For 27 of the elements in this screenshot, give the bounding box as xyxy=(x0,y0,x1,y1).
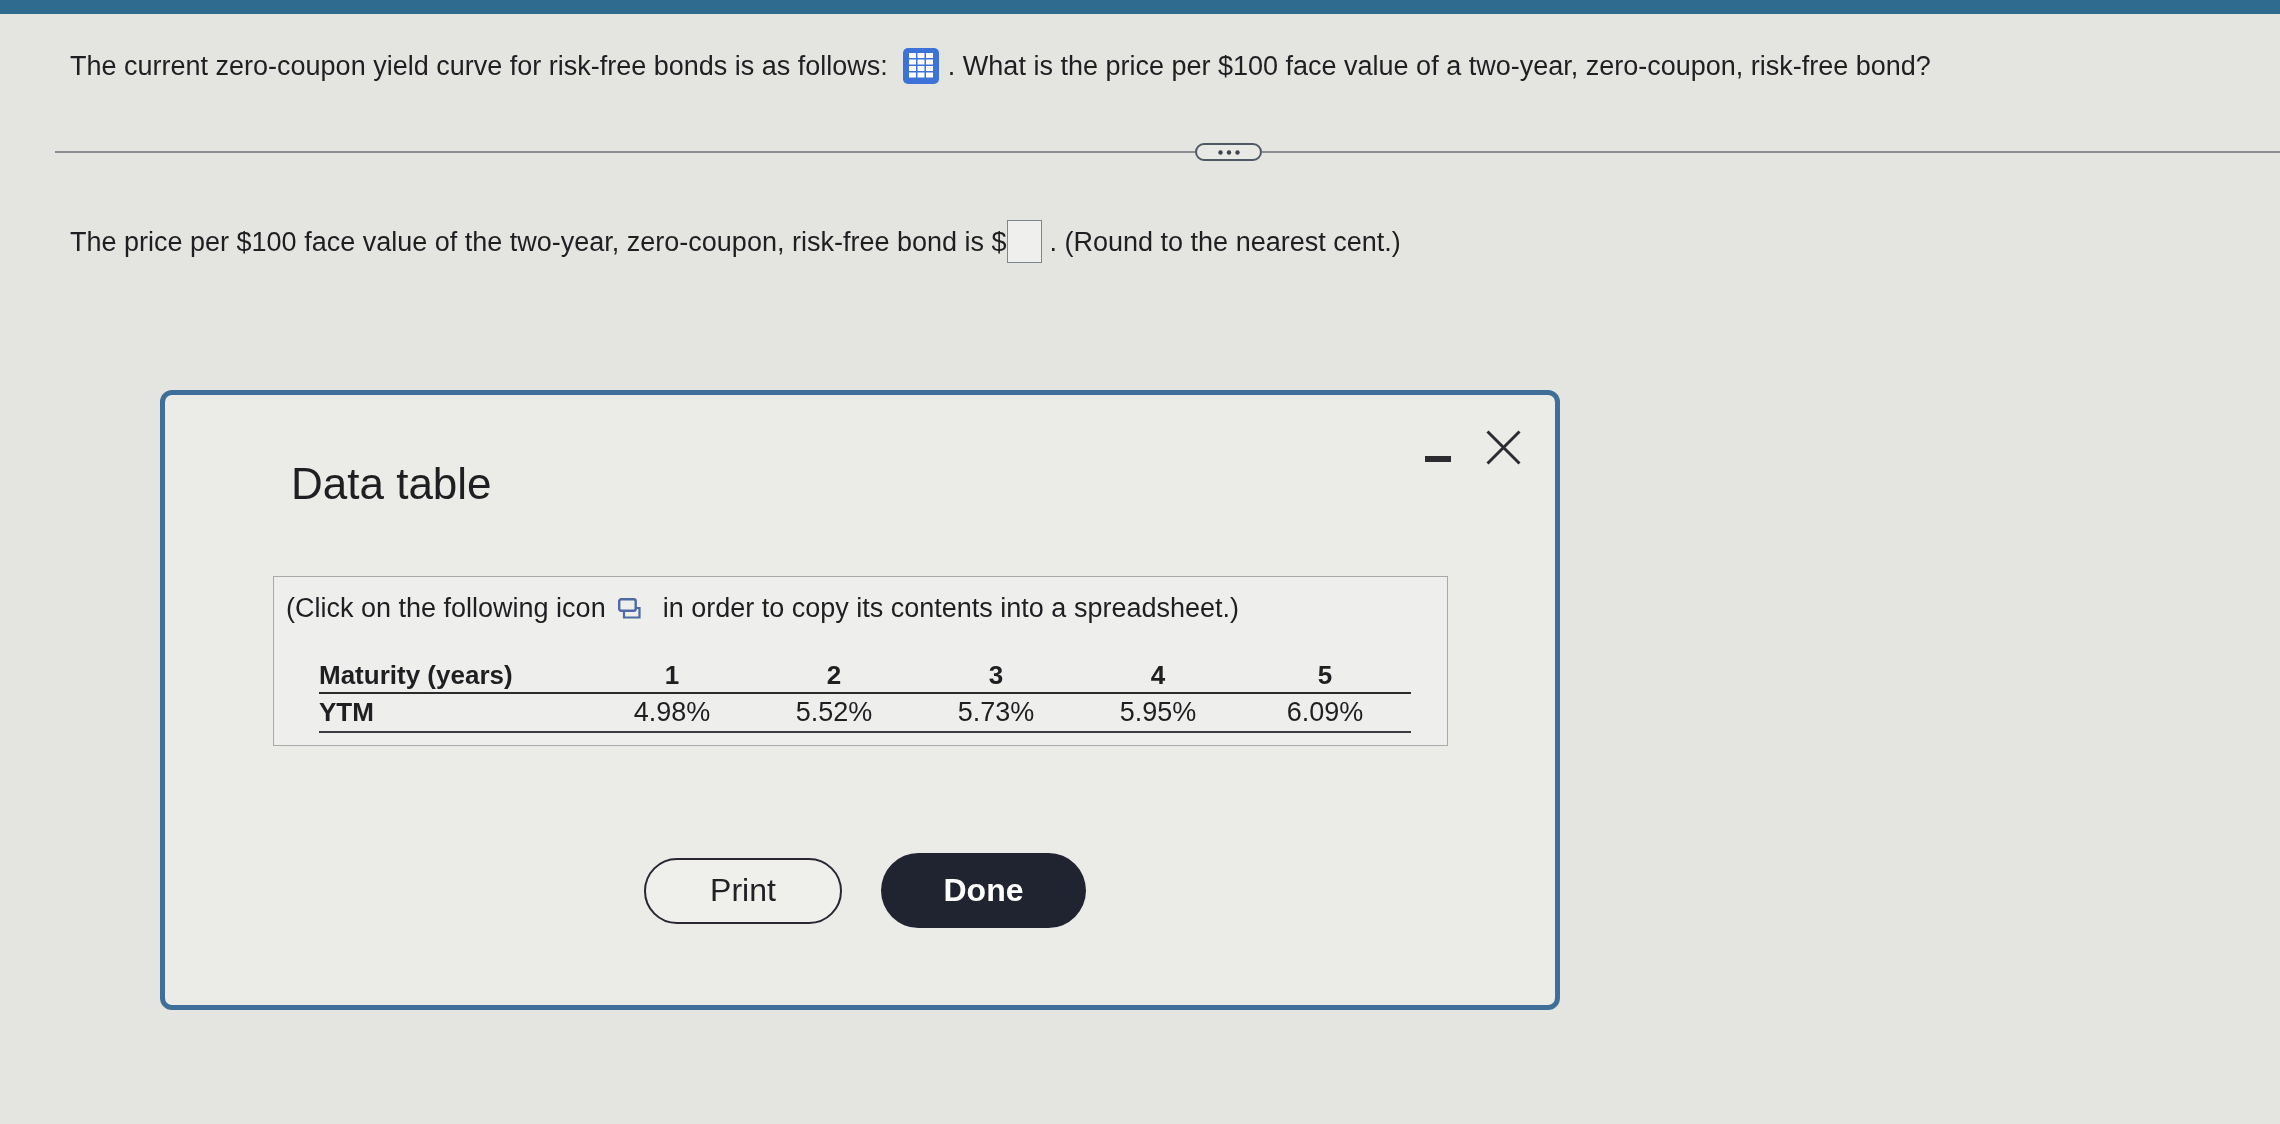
secondary-button[interactable]: Print xyxy=(644,857,842,924)
instruction-text: (Click on the following icon xyxy=(286,592,606,624)
column-header: 5 xyxy=(1239,658,1411,693)
table-cell: 4.98% xyxy=(591,693,753,732)
more-button[interactable] xyxy=(1195,143,1262,161)
copy-icon[interactable] xyxy=(617,597,641,619)
table-cell: 5.95% xyxy=(1077,693,1239,732)
ellipsis-icon xyxy=(1217,149,1240,155)
table-cell: 5.52% xyxy=(753,693,915,732)
dialog-title: Data table xyxy=(291,458,492,510)
instruction-text: in order to copy its contents into a spreadsheet.) xyxy=(662,592,1239,624)
close-icon[interactable] xyxy=(1486,430,1521,465)
table-cell: 5.73% xyxy=(915,693,1077,732)
column-header: 4 xyxy=(1077,658,1239,693)
question-text: The current zero-coupon yield curve for risk-free bonds is as follows: xyxy=(70,50,888,82)
column-header: Maturity (years) xyxy=(319,658,591,693)
answer-input[interactable] xyxy=(1006,220,1042,263)
table-icon[interactable] xyxy=(902,48,939,84)
table-cell: 6.09% xyxy=(1239,693,1411,732)
column-header: 1 xyxy=(591,658,753,693)
answer-text: . (Round to the nearest cent.) xyxy=(1049,225,1401,258)
question-text: . What is the price per $100 face value of a two-year, zero-coupon, risk-free bond? xyxy=(947,50,1931,82)
column-header: 2 xyxy=(753,658,915,693)
answer-text: The price per $100 face value of the two-year, zero-coupon, risk-free bond is $ xyxy=(70,225,1007,258)
row-header: YTM xyxy=(319,693,591,732)
primary-button[interactable]: Done xyxy=(881,853,1086,928)
column-header: 3 xyxy=(915,658,1077,693)
